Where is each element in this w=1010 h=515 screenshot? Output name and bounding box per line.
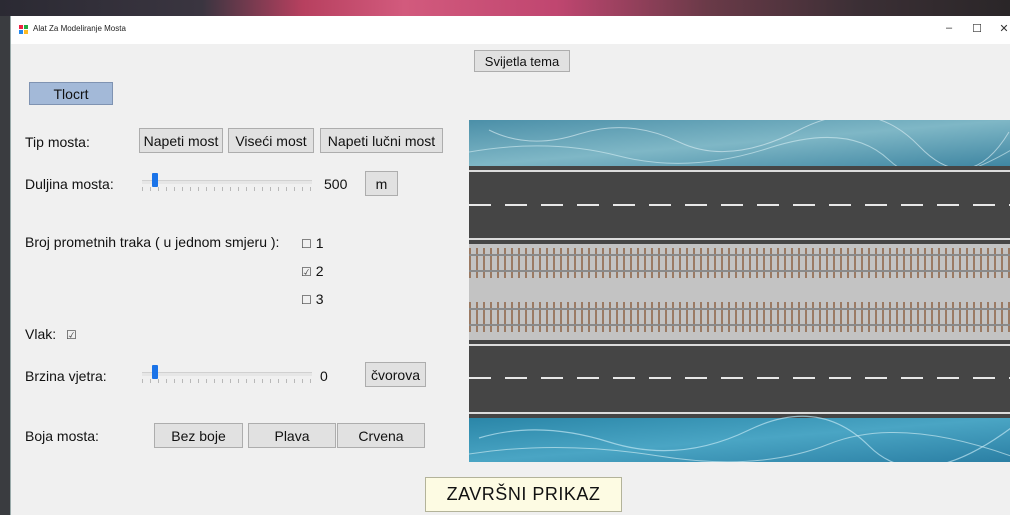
length-label: Duljina mosta:: [25, 176, 114, 192]
length-slider[interactable]: [142, 173, 312, 193]
bridge-type-suspension-button[interactable]: Viseći most: [228, 128, 314, 153]
color-blue-button[interactable]: Plava: [248, 423, 336, 448]
bridge-top-view: [469, 120, 1010, 462]
lanes-option-1[interactable]: ☐ 1: [301, 235, 324, 251]
wind-slider-thumb[interactable]: [152, 365, 158, 379]
bridge-type-cable-stayed-button[interactable]: Napeti most: [139, 128, 223, 153]
length-unit-button[interactable]: m: [365, 171, 398, 196]
length-slider-ticks: [142, 187, 312, 191]
train-label: Vlak:: [25, 326, 57, 342]
wind-slider-ticks: [142, 379, 312, 383]
length-slider-track: [142, 180, 312, 184]
wind-slider[interactable]: [142, 365, 312, 385]
checkbox-checked-icon[interactable]: ☑: [301, 265, 312, 279]
color-none-button[interactable]: Bez boje: [154, 423, 243, 448]
view-floorplan-button[interactable]: Tlocrt: [29, 82, 113, 105]
final-view-button[interactable]: ZAVRŠNI PRIKAZ: [425, 477, 622, 512]
color-red-button[interactable]: Crvena: [337, 423, 425, 448]
length-value: 500: [324, 176, 348, 192]
wind-value: 0: [320, 368, 328, 384]
app-icon: [19, 25, 28, 34]
color-label: Boja mosta:: [25, 428, 99, 444]
bridge-type-label: Tip mosta:: [25, 134, 90, 150]
lanes-option-2-label: 2: [315, 263, 324, 279]
desktop-edge: [0, 16, 10, 515]
app-window: Alat Za Modeliranje Mosta – ☐ ✕ Svijetla…: [10, 16, 1010, 515]
theme-toggle-button[interactable]: Svijetla tema: [474, 50, 570, 72]
lanes-option-1-label: 1: [315, 235, 324, 251]
window-title: Alat Za Modeliranje Mosta: [33, 24, 126, 33]
close-button[interactable]: ✕: [994, 22, 1010, 35]
water-bottom: [469, 418, 1010, 462]
title-bar: Alat Za Modeliranje Mosta – ☐ ✕: [11, 16, 1010, 44]
checkbox-unchecked-icon[interactable]: ☐: [301, 237, 312, 251]
water-top: [469, 120, 1010, 166]
wind-label: Brzina vjetra:: [25, 368, 107, 384]
bridge-type-arch-button[interactable]: Napeti lučni most: [320, 128, 443, 153]
checkbox-unchecked-icon[interactable]: ☐: [301, 293, 312, 307]
maximize-button[interactable]: ☐: [967, 22, 987, 35]
checkbox-checked-icon[interactable]: ☑: [66, 328, 77, 342]
desktop-background: [0, 0, 1010, 16]
train-option[interactable]: Vlak: ☑: [25, 326, 81, 342]
wind-slider-track: [142, 372, 312, 376]
wind-unit-button[interactable]: čvorova: [365, 362, 426, 387]
minimize-button[interactable]: –: [939, 22, 959, 34]
lanes-option-3[interactable]: ☐ 3: [301, 291, 324, 307]
lanes-option-3-label: 3: [315, 291, 324, 307]
length-slider-thumb[interactable]: [152, 173, 158, 187]
lanes-option-2[interactable]: ☑ 2: [301, 263, 324, 279]
lanes-label: Broj prometnih traka ( u jednom smjeru )…: [25, 234, 280, 250]
